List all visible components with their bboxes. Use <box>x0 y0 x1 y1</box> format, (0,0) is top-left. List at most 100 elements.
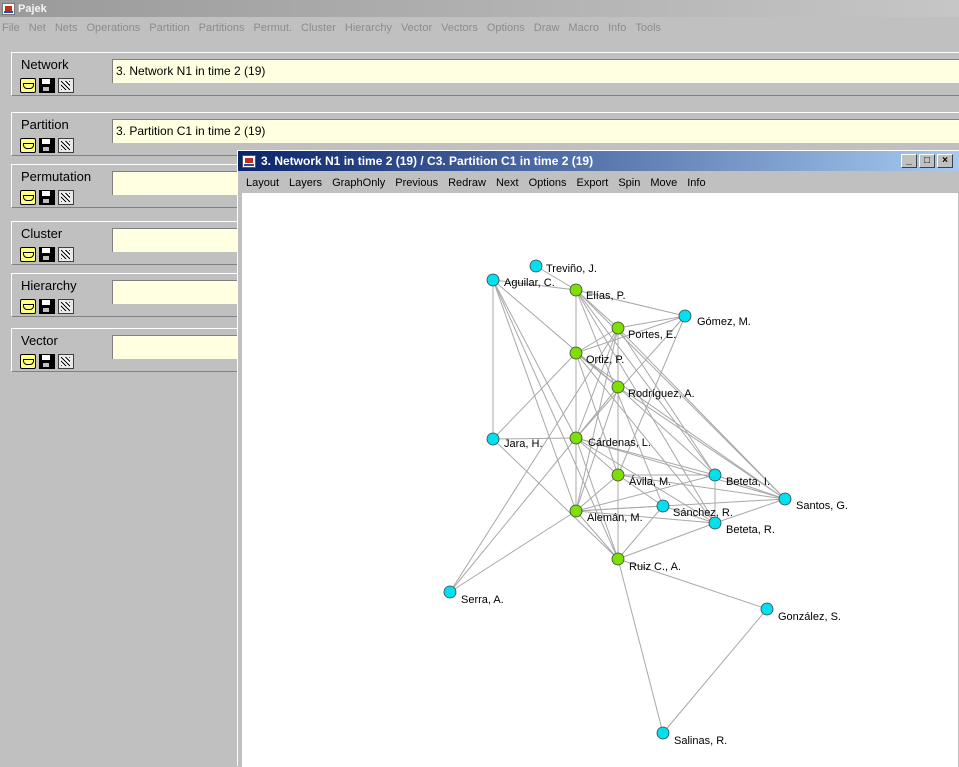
gmenu-redraw[interactable]: Redraw <box>448 177 486 189</box>
edit-icon[interactable] <box>58 299 74 314</box>
graph-node-label: Rodríguez, A. <box>628 388 695 400</box>
menu-nets[interactable]: Nets <box>55 22 78 34</box>
edit-icon[interactable] <box>58 190 74 205</box>
graph-node-label: Alemán, M. <box>587 512 643 524</box>
graph-node-label: Santos, G. <box>796 500 848 512</box>
gmenu-spin[interactable]: Spin <box>618 177 640 189</box>
graph-node-gonzalez[interactable] <box>760 602 774 616</box>
network-panel: Network 3. Network N1 in time 2 (19) <box>11 52 959 96</box>
menu-info[interactable]: Info <box>608 22 626 34</box>
graph-node-serra[interactable] <box>443 585 457 599</box>
vector-label: Vector <box>21 333 58 348</box>
edit-icon[interactable] <box>58 138 74 153</box>
open-folder-icon[interactable] <box>20 299 36 314</box>
menu-partition[interactable]: Partition <box>149 22 189 34</box>
save-disk-icon[interactable] <box>39 354 55 369</box>
close-button[interactable]: × <box>937 154 953 168</box>
app-titlebar: Pajek <box>0 0 959 17</box>
graph-window-title: 3. Network N1 in time 2 (19) / C3. Parti… <box>261 154 594 168</box>
save-disk-icon[interactable] <box>39 190 55 205</box>
graph-node-santos[interactable] <box>778 492 792 506</box>
network-select[interactable]: 3. Network N1 in time 2 (19) <box>112 59 959 83</box>
graph-node-label: Jara, H. <box>504 438 543 450</box>
graph-node-label: Beteta, R. <box>726 524 775 536</box>
menu-net[interactable]: Net <box>29 22 46 34</box>
graph-node-sanchez[interactable] <box>656 499 670 513</box>
graph-node-label: Sánchez, R. <box>673 507 733 519</box>
gmenu-info[interactable]: Info <box>687 177 705 189</box>
graph-edge <box>575 386 619 439</box>
menu-file[interactable]: File <box>2 22 20 34</box>
partition-label: Partition <box>21 117 69 132</box>
graph-node-jara[interactable] <box>486 432 500 446</box>
app-title: Pajek <box>18 2 47 15</box>
partition-select[interactable]: 3. Partition C1 in time 2 (19) <box>112 119 959 143</box>
graph-node-aguilar[interactable] <box>486 273 500 287</box>
graph-node-aleman[interactable] <box>569 504 583 518</box>
menu-vectors[interactable]: Vectors <box>441 22 478 34</box>
menu-hierarchy[interactable]: Hierarchy <box>345 22 392 34</box>
menu-vector[interactable]: Vector <box>401 22 432 34</box>
gmenu-layout[interactable]: Layout <box>246 177 279 189</box>
graph-edge <box>617 315 686 329</box>
graph-edge <box>449 437 577 593</box>
open-folder-icon[interactable] <box>20 190 36 205</box>
open-folder-icon[interactable] <box>20 138 36 153</box>
save-disk-icon[interactable] <box>39 138 55 153</box>
graph-node-gomez[interactable] <box>678 309 692 323</box>
hierarchy-label: Hierarchy <box>21 278 77 293</box>
gmenu-previous[interactable]: Previous <box>395 177 438 189</box>
graph-window-titlebar[interactable]: 3. Network N1 in time 2 (19) / C3. Parti… <box>238 151 959 171</box>
graph-node-elias[interactable] <box>569 283 583 297</box>
maximize-button[interactable]: □ <box>919 154 935 168</box>
graph-node-ruiz[interactable] <box>611 552 625 566</box>
menu-partitions[interactable]: Partitions <box>199 22 245 34</box>
minimize-button[interactable]: _ <box>901 154 917 168</box>
menu-options[interactable]: Options <box>487 22 525 34</box>
menu-macro[interactable]: Macro <box>568 22 599 34</box>
network-drawing-canvas[interactable]: Treviño, J. Aguilar, C. Elías, P. Gómez, M.… <box>242 193 958 767</box>
graph-node-trevino[interactable] <box>529 259 543 273</box>
menu-cluster[interactable]: Cluster <box>301 22 336 34</box>
save-disk-icon[interactable] <box>39 247 55 262</box>
open-folder-icon[interactable] <box>20 354 36 369</box>
pajek-app-icon <box>2 2 15 15</box>
graph-node-avila[interactable] <box>611 468 625 482</box>
gmenu-move[interactable]: Move <box>650 177 677 189</box>
graph-node-rodriguez[interactable] <box>611 380 625 394</box>
menu-draw[interactable]: Draw <box>534 22 560 34</box>
menu-tools[interactable]: Tools <box>635 22 661 34</box>
save-disk-icon[interactable] <box>39 299 55 314</box>
gmenu-export[interactable]: Export <box>577 177 609 189</box>
graph-node-ortiz[interactable] <box>569 346 583 360</box>
save-disk-icon[interactable] <box>39 78 55 93</box>
app-menubar: File Net Nets Operations Partition Parti… <box>0 17 959 39</box>
menu-operations[interactable]: Operations <box>86 22 140 34</box>
gmenu-graphonly[interactable]: GraphOnly <box>332 177 385 189</box>
graph-node-betetar[interactable] <box>708 516 722 530</box>
edit-icon[interactable] <box>58 78 74 93</box>
graph-node-label: Ávila, M. <box>629 475 671 488</box>
graph-node-betetai[interactable] <box>708 468 722 482</box>
graph-window-menubar: Layout Layers GraphOnly Previous Redraw … <box>238 173 959 193</box>
graph-edge <box>575 505 664 512</box>
graph-edge <box>617 522 716 560</box>
graph-node-salinas[interactable] <box>656 726 670 740</box>
edit-icon[interactable] <box>58 247 74 262</box>
menu-permut[interactable]: Permut. <box>254 22 293 34</box>
graph-node-label: Serra, A. <box>461 594 504 606</box>
graph-node-label: Aguilar, C. <box>504 277 555 289</box>
graph-edge <box>617 327 786 500</box>
open-folder-icon[interactable] <box>20 78 36 93</box>
graph-node-portes[interactable] <box>611 321 625 335</box>
gmenu-next[interactable]: Next <box>496 177 519 189</box>
graph-edge <box>449 510 577 593</box>
edit-icon[interactable] <box>58 354 74 369</box>
open-folder-icon[interactable] <box>20 247 36 262</box>
graph-window: 3. Network N1 in time 2 (19) / C3. Parti… <box>237 150 959 767</box>
graph-node-cardenas[interactable] <box>569 431 583 445</box>
graph-edge <box>492 352 577 440</box>
gmenu-layers[interactable]: Layers <box>289 177 322 189</box>
pajek-window-icon <box>242 154 256 168</box>
gmenu-options[interactable]: Options <box>529 177 567 189</box>
